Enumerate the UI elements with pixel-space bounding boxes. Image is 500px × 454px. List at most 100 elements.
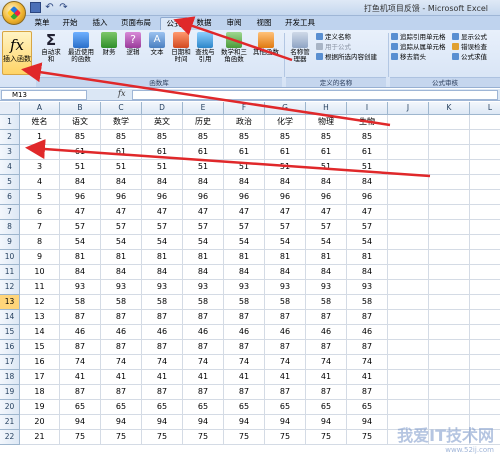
row-header-16[interactable]: 16 [0,340,20,355]
cell-l10[interactable] [470,250,500,265]
cell-b1[interactable]: 语文 [60,115,101,130]
cell-c17[interactable]: 74 [101,355,142,370]
row-header-3[interactable]: 3 [0,145,20,160]
cell-e16[interactable]: 87 [183,340,224,355]
cell-k12[interactable] [429,280,470,295]
cell-i11[interactable]: 84 [347,265,388,280]
cell-j18[interactable] [388,370,429,385]
cell-k6[interactable] [429,190,470,205]
cell-b19[interactable]: 87 [60,385,101,400]
cell-i2[interactable]: 85 [347,130,388,145]
recent-functions-button[interactable]: 最近使用的函数 [68,32,94,63]
cell-f2[interactable]: 85 [224,130,265,145]
column-header-a[interactable]: A [20,102,60,115]
insert-function-button[interactable]: fx 插入函数 [2,31,32,75]
cell-l14[interactable] [470,310,500,325]
cell-h21[interactable]: 94 [306,415,347,430]
cell-f17[interactable]: 74 [224,355,265,370]
cell-i21[interactable]: 94 [347,415,388,430]
cell-h11[interactable]: 84 [306,265,347,280]
cell-g6[interactable]: 96 [265,190,306,205]
cell-j2[interactable] [388,130,429,145]
cell-a13[interactable]: 12 [20,295,60,310]
row-header-6[interactable]: 6 [0,190,20,205]
evaluate-formula-item[interactable]: 公式求值 [452,53,487,62]
cell-g10[interactable]: 81 [265,250,306,265]
cell-l9[interactable] [470,235,500,250]
cell-f12[interactable]: 93 [224,280,265,295]
cell-f1[interactable]: 政治 [224,115,265,130]
cell-h8[interactable]: 57 [306,220,347,235]
name-manager-button[interactable]: 名称管理器 [288,32,312,63]
row-header-10[interactable]: 10 [0,250,20,265]
cell-e14[interactable]: 87 [183,310,224,325]
row-header-21[interactable]: 21 [0,415,20,430]
cell-b22[interactable]: 75 [60,430,101,445]
cell-b10[interactable]: 81 [60,250,101,265]
cell-e12[interactable]: 93 [183,280,224,295]
cell-c10[interactable]: 81 [101,250,142,265]
cell-h15[interactable]: 46 [306,325,347,340]
cell-a1[interactable]: 姓名 [20,115,60,130]
cell-d1[interactable]: 英文 [142,115,183,130]
cell-i7[interactable]: 47 [347,205,388,220]
cell-b2[interactable]: 85 [60,130,101,145]
cell-c21[interactable]: 94 [101,415,142,430]
cell-f20[interactable]: 65 [224,400,265,415]
cell-e8[interactable]: 57 [183,220,224,235]
cell-a22[interactable]: 21 [20,430,60,445]
cell-b11[interactable]: 84 [60,265,101,280]
cell-c2[interactable]: 85 [101,130,142,145]
cell-a6[interactable]: 5 [20,190,60,205]
cell-e22[interactable]: 75 [183,430,224,445]
cell-g5[interactable]: 84 [265,175,306,190]
cell-g4[interactable]: 51 [265,160,306,175]
cell-i13[interactable]: 58 [347,295,388,310]
tab-page-layout[interactable]: 页面布局 [116,17,156,30]
cell-l20[interactable] [470,400,500,415]
cell-j1[interactable] [388,115,429,130]
cell-f4[interactable]: 51 [224,160,265,175]
cell-d6[interactable]: 96 [142,190,183,205]
cell-g13[interactable]: 58 [265,295,306,310]
cell-e9[interactable]: 54 [183,235,224,250]
cell-d15[interactable]: 46 [142,325,183,340]
cell-a12[interactable]: 11 [20,280,60,295]
cell-f15[interactable]: 46 [224,325,265,340]
cell-j8[interactable] [388,220,429,235]
row-header-5[interactable]: 5 [0,175,20,190]
cell-a4[interactable]: 3 [20,160,60,175]
cell-a19[interactable]: 18 [20,385,60,400]
cell-j12[interactable] [388,280,429,295]
cell-i14[interactable]: 87 [347,310,388,325]
cell-i22[interactable]: 75 [347,430,388,445]
cell-c1[interactable]: 数学 [101,115,142,130]
cell-a17[interactable]: 16 [20,355,60,370]
cell-e11[interactable]: 84 [183,265,224,280]
cell-c16[interactable]: 87 [101,340,142,355]
cell-d7[interactable]: 47 [142,205,183,220]
cell-k16[interactable] [429,340,470,355]
cell-d18[interactable]: 41 [142,370,183,385]
cell-h5[interactable]: 84 [306,175,347,190]
cell-g12[interactable]: 93 [265,280,306,295]
cell-g2[interactable]: 85 [265,130,306,145]
cell-c22[interactable]: 75 [101,430,142,445]
cell-l5[interactable] [470,175,500,190]
row-header-20[interactable]: 20 [0,400,20,415]
column-header-h[interactable]: H [306,102,347,115]
show-formulas-item[interactable]: 显示公式 [452,33,487,42]
cell-h4[interactable]: 51 [306,160,347,175]
column-header-j[interactable]: J [388,102,429,115]
cell-e13[interactable]: 58 [183,295,224,310]
lookup-button[interactable]: 查找与引用 [194,32,216,63]
row-header-2[interactable]: 2 [0,130,20,145]
error-checking-item[interactable]: 错误检查 [452,43,487,52]
cell-e17[interactable]: 74 [183,355,224,370]
cell-h1[interactable]: 物理 [306,115,347,130]
cell-a5[interactable]: 4 [20,175,60,190]
cell-h3[interactable]: 61 [306,145,347,160]
cell-h12[interactable]: 93 [306,280,347,295]
formula-fx-icon[interactable]: fx [118,89,125,98]
cell-e20[interactable]: 65 [183,400,224,415]
